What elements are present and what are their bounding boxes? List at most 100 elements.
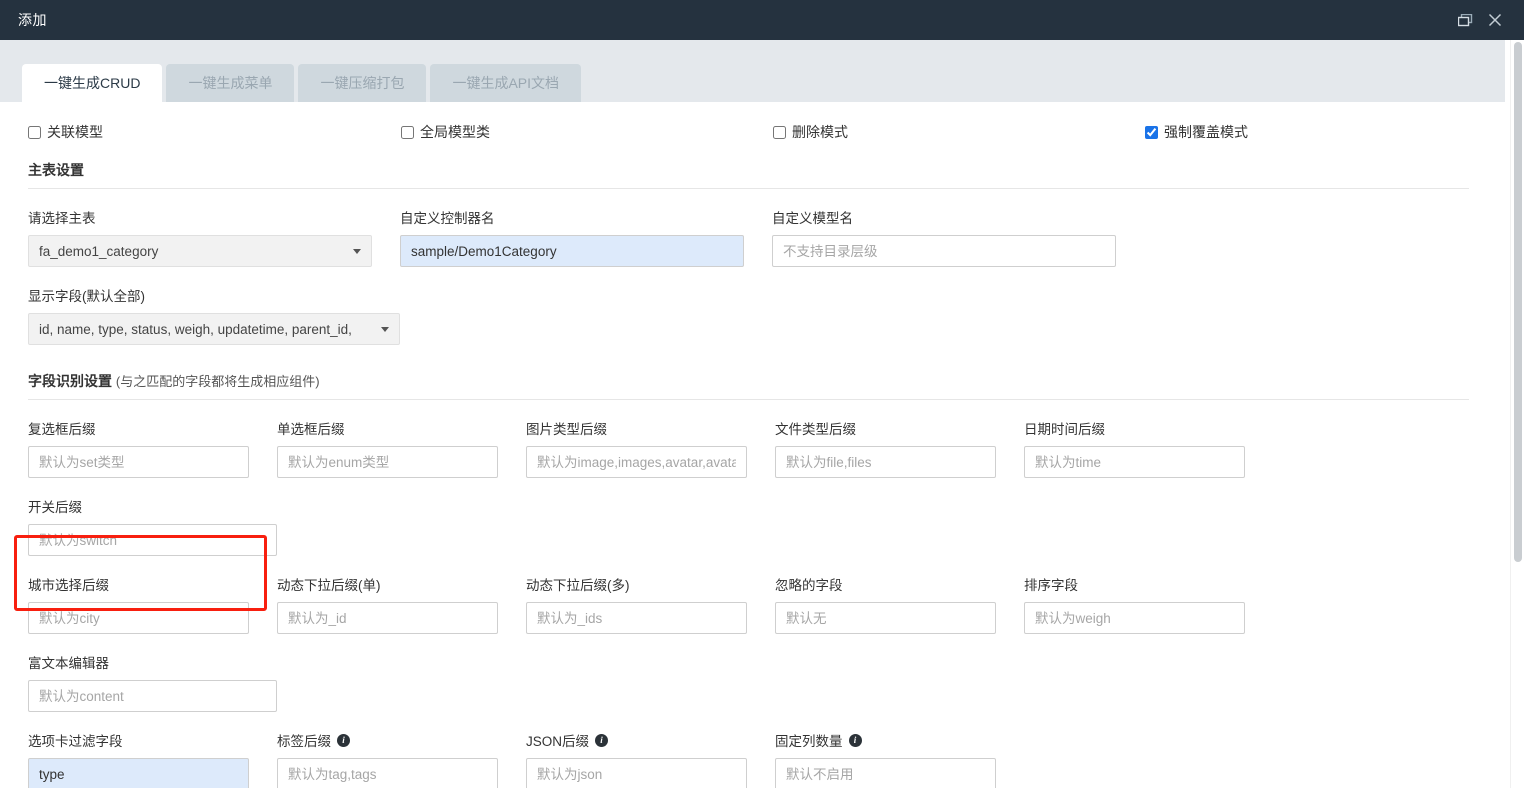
tab-label: 一键生成CRUD <box>44 75 141 91</box>
field-recognition-heading-note: (与之匹配的字段都将生成相应组件) <box>115 374 320 389</box>
field-label: 文件类型后缀 <box>775 422 856 437</box>
field-label: 自定义控制器名 <box>400 211 495 226</box>
input-dynamic-select-single-suffix[interactable] <box>277 602 498 634</box>
input-switch-suffix[interactable] <box>28 524 277 556</box>
field-label-text: 固定列数量 <box>775 734 843 749</box>
checkbox-label: 全局模型类 <box>420 124 490 140</box>
input-tab-filter-field[interactable] <box>28 758 249 788</box>
field-fixed-column-count: 固定列数量 i <box>775 730 1024 788</box>
field-json-suffix: JSON后缀 i <box>526 730 775 788</box>
field-label: 显示字段(默认全部) <box>28 289 145 304</box>
field-label: 图片类型后缀 <box>526 422 607 437</box>
field-dynamic-select-multi-suffix: 动态下拉后缀(多) <box>526 574 775 634</box>
field-main-table: 请选择主表 fa_demo1_category <box>28 207 400 267</box>
tab-generate-api-doc[interactable]: 一键生成API文档 <box>430 64 582 102</box>
checkbox-label: 强制覆盖模式 <box>1164 124 1248 140</box>
chevron-down-icon <box>353 248 361 254</box>
field-label: 动态下拉后缀(单) <box>277 578 381 593</box>
field-label: 排序字段 <box>1024 578 1078 593</box>
restore-window-icon[interactable] <box>1450 5 1480 35</box>
info-icon[interactable]: i <box>848 733 862 747</box>
window-title: 添加 <box>18 12 47 28</box>
chevron-down-icon <box>381 326 389 332</box>
main-table-fields: 请选择主表 fa_demo1_category 自定义控制器名 自定义模型名 显… <box>28 189 1469 345</box>
scrollbar-thumb[interactable] <box>1514 42 1522 562</box>
checkbox-label: 删除模式 <box>792 124 848 140</box>
checkbox-force-overwrite-mode[interactable]: 强制覆盖模式 <box>1145 122 1248 142</box>
checkbox-related-model[interactable]: 关联模型 <box>28 122 401 142</box>
field-tab-filter-field: 选项卡过滤字段 <box>28 730 277 788</box>
field-recognition-row-1: 复选框后缀 单选框后缀 图片类型后缀 文件类型后缀 日期时间后缀 开关后缀 <box>28 400 1469 556</box>
input-image-suffix[interactable] <box>526 446 747 478</box>
field-custom-model-name: 自定义模型名 <box>772 207 1144 267</box>
select-display-fields[interactable]: id, name, type, status, weigh, updatetim… <box>28 313 400 345</box>
checkbox-global-model-class-input[interactable] <box>401 125 414 139</box>
input-dynamic-select-multi-suffix[interactable] <box>526 602 747 634</box>
field-label: 单选框后缀 <box>277 422 345 437</box>
field-label: 动态下拉后缀(多) <box>526 578 630 593</box>
field-recognition-heading: 字段识别设置 (与之匹配的字段都将生成相应组件) <box>28 371 1469 399</box>
field-radio-suffix: 单选框后缀 <box>277 418 526 478</box>
field-label: 请选择主表 <box>28 211 96 226</box>
tab-generate-crud[interactable]: 一键生成CRUD <box>22 64 163 102</box>
select-main-table[interactable]: fa_demo1_category <box>28 235 372 267</box>
field-recognition-heading-text: 字段识别设置 <box>28 373 112 389</box>
field-label: 复选框后缀 <box>28 422 96 437</box>
mode-options-row: 关联模型 全局模型类 删除模式 强制覆盖模式 <box>28 110 1469 154</box>
field-image-suffix: 图片类型后缀 <box>526 418 775 478</box>
field-label: 忽略的字段 <box>775 578 843 593</box>
input-checkbox-suffix[interactable] <box>28 446 249 478</box>
input-custom-controller-name[interactable] <box>400 235 744 267</box>
checkbox-global-model-class[interactable]: 全局模型类 <box>401 122 773 142</box>
input-json-suffix[interactable] <box>526 758 747 788</box>
dialog-body: 一键生成CRUD 一键生成菜单 一键压缩打包 一键生成API文档 关联模型 全局… <box>0 40 1524 788</box>
field-file-suffix: 文件类型后缀 <box>775 418 1024 478</box>
input-ignored-fields[interactable] <box>775 602 996 634</box>
field-label: 富文本编辑器 <box>28 656 109 671</box>
info-icon[interactable]: i <box>595 733 609 747</box>
form-content: 关联模型 全局模型类 删除模式 强制覆盖模式 主表设置 请选择主表 fa_dem… <box>0 110 1505 788</box>
tab-generate-menu[interactable]: 一键生成菜单 <box>166 64 295 102</box>
checkbox-delete-mode[interactable]: 删除模式 <box>773 122 1145 142</box>
field-label: 选项卡过滤字段 <box>28 734 123 749</box>
checkbox-related-model-input[interactable] <box>28 125 41 139</box>
main-table-heading-text: 主表设置 <box>28 162 84 178</box>
field-datetime-suffix: 日期时间后缀 <box>1024 418 1273 478</box>
field-checkbox-suffix: 复选框后缀 <box>28 418 277 478</box>
checkbox-delete-mode-input[interactable] <box>773 125 786 139</box>
field-dynamic-select-single-suffix: 动态下拉后缀(单) <box>277 574 526 634</box>
field-display-fields: 显示字段(默认全部) id, name, type, status, weigh… <box>28 285 400 345</box>
field-label: 城市选择后缀 <box>28 578 109 593</box>
tab-label: 一键生成API文档 <box>452 75 560 91</box>
tab-label: 一键压缩打包 <box>320 75 405 91</box>
checkbox-force-overwrite-mode-input[interactable] <box>1145 125 1158 139</box>
input-fixed-column-count[interactable] <box>775 758 996 788</box>
field-label: 开关后缀 <box>28 500 82 515</box>
input-sort-field[interactable] <box>1024 602 1245 634</box>
select-value: fa_demo1_category <box>39 243 159 259</box>
tab-compress-package[interactable]: 一键压缩打包 <box>298 64 427 102</box>
input-city-suffix[interactable] <box>28 602 249 634</box>
main-table-heading: 主表设置 <box>28 160 1469 188</box>
close-icon[interactable] <box>1480 5 1510 35</box>
field-label-text: 标签后缀 <box>277 734 331 749</box>
vertical-scrollbar[interactable] <box>1510 40 1524 788</box>
field-label: 标签后缀 i <box>277 730 498 750</box>
input-custom-model-name[interactable] <box>772 235 1116 267</box>
field-label: 日期时间后缀 <box>1024 422 1105 437</box>
field-recognition-row-3: 选项卡过滤字段 标签后缀 i JSON后缀 i 固定列数量 <box>28 712 1469 788</box>
field-label: 自定义模型名 <box>772 211 853 226</box>
checkbox-label: 关联模型 <box>47 124 103 140</box>
info-icon[interactable]: i <box>337 733 350 747</box>
input-file-suffix[interactable] <box>775 446 996 478</box>
field-ignored-fields: 忽略的字段 <box>775 574 1024 634</box>
window-titlebar: 添加 <box>0 0 1524 40</box>
field-city-suffix: 城市选择后缀 <box>28 574 277 634</box>
input-tag-suffix[interactable] <box>277 758 498 788</box>
input-datetime-suffix[interactable] <box>1024 446 1245 478</box>
input-rich-text-editor[interactable] <box>28 680 277 712</box>
field-label: JSON后缀 i <box>526 730 747 750</box>
input-radio-suffix[interactable] <box>277 446 498 478</box>
field-recognition-row-2: 城市选择后缀 动态下拉后缀(单) 动态下拉后缀(多) 忽略的字段 排序字段 富文… <box>28 556 1469 712</box>
field-label: 固定列数量 i <box>775 730 996 750</box>
